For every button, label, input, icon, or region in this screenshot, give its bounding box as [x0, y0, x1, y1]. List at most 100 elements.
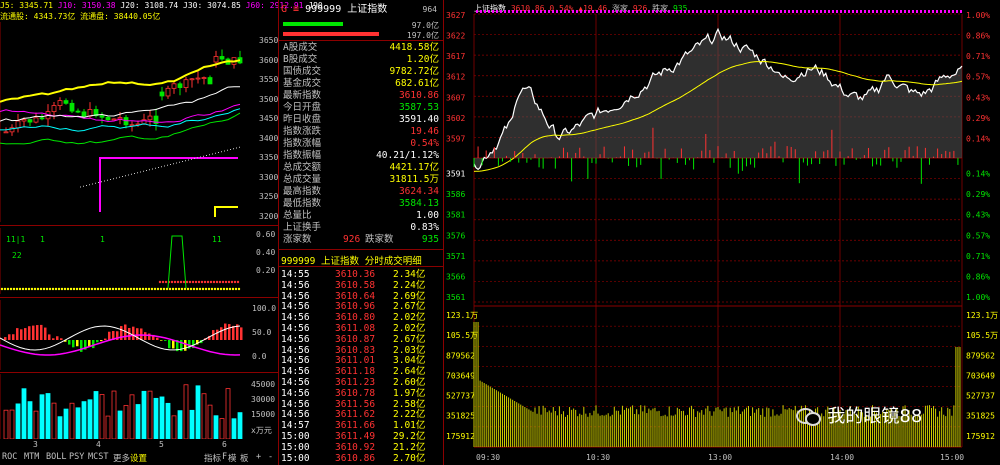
event-marker [900, 10, 902, 13]
signal-dot [221, 280, 225, 284]
event-marker [636, 10, 638, 13]
signal-dot [233, 280, 237, 284]
kline-chart[interactable] [0, 22, 245, 222]
tool-button[interactable]: - [268, 452, 273, 462]
rise-count: 926 [343, 234, 361, 245]
volume-bar [39, 394, 45, 439]
volume-chart[interactable] [0, 374, 245, 439]
macd-bar [56, 336, 59, 340]
signal-dot [177, 287, 181, 291]
tool-button[interactable]: 板 [240, 452, 249, 464]
signal-dot [54, 287, 58, 291]
kdj-pulse [167, 235, 187, 289]
tool-button[interactable]: 模 [228, 452, 237, 464]
kdj-chart[interactable]: 11|1221 111 [0, 228, 245, 294]
macd-bar [36, 325, 39, 340]
indicator-tab[interactable]: 更多 [113, 452, 130, 464]
indicator-tab[interactable]: MCST [88, 452, 108, 462]
signal-dot [191, 280, 195, 284]
intraday-panel[interactable]: 上证指数 3610.86 0.54% ▲19.46 涨家 926 跌家 935 … [444, 0, 1000, 465]
signal-dot [170, 280, 174, 284]
indicator-tab[interactable]: 设置 [130, 452, 147, 464]
signal-dot [42, 287, 46, 291]
ticks-title[interactable]: 999999 上证指数 分时成交明细 [281, 253, 443, 267]
quote-title[interactable]: G ≡ 999999 上证指数 964 [281, 3, 441, 17]
macd-bar [216, 329, 219, 340]
indicator-tab[interactable]: BOLL [46, 452, 66, 462]
macd-bar [164, 340, 167, 341]
candle-body [147, 115, 153, 121]
pct-tick: 0.43% [966, 93, 990, 102]
signal-dot [164, 280, 168, 284]
signal-dot [21, 287, 25, 291]
macd-chart[interactable] [0, 300, 245, 370]
macd-bar [60, 338, 63, 340]
volume-bar [189, 409, 195, 439]
candle-body [33, 117, 39, 123]
event-marker [504, 10, 506, 13]
event-marker [852, 10, 854, 13]
quote-row: 总量比 1.00 [279, 210, 443, 222]
pct-tick: 0.29% [966, 190, 990, 199]
quote-panel: G ≡ 999999 上证指数 964 97.0亿 197.0亿 A股成交 441… [279, 0, 443, 465]
signal-dot [215, 280, 219, 284]
event-marker [544, 10, 546, 13]
indicator-tab[interactable]: PSY [69, 452, 84, 462]
kline-panel[interactable]: J5: 3345.71 J10: 3150.38 J20: 3108.74 J3… [0, 0, 323, 465]
event-marker [812, 10, 814, 13]
tool-button[interactable]: F [222, 452, 227, 462]
trend-line [214, 206, 238, 217]
event-marker [572, 10, 574, 13]
macd-bar [20, 329, 23, 340]
volume-bar [201, 393, 207, 439]
quote-row-label: 昨日收盘 [283, 114, 322, 125]
float-legend: 流通股: 4343.73亿 流通盘: 38440.05亿 [0, 11, 278, 22]
signal-dot [123, 287, 127, 291]
signal-dot [198, 287, 202, 291]
quote-row-value: 3584.13 [398, 198, 439, 209]
event-marker [780, 10, 782, 13]
candle-body [111, 118, 117, 121]
event-marker [744, 10, 746, 13]
signal-dot [24, 287, 28, 291]
signal-dot [156, 287, 160, 291]
signal-dot [185, 280, 189, 284]
signal-dot [225, 287, 229, 291]
event-marker [952, 10, 954, 13]
indicator-tab[interactable]: ROC [2, 452, 17, 462]
signal-dot [228, 287, 232, 291]
signal-dot [165, 287, 169, 291]
event-marker [760, 10, 762, 13]
price-axis-tick: 3450 [259, 114, 279, 123]
quote-row: B股成交 1.20亿 [279, 54, 443, 66]
signal-dot [120, 287, 124, 291]
signal-dot [174, 287, 178, 291]
index-name: 上证指数 [347, 4, 388, 15]
event-marker [868, 10, 870, 13]
event-marker [828, 10, 830, 13]
volume-bar [99, 394, 105, 439]
event-marker [612, 10, 614, 13]
volume-bar [237, 412, 243, 439]
signal-dot [51, 287, 55, 291]
quote-row-label: 上证换手 [283, 222, 322, 233]
macd-bar [16, 328, 19, 340]
intraday-chart[interactable]: 3627 3622 3617 3612 3607 3602 3597 3591 3586 3581… [444, 0, 1000, 465]
candle-body [51, 105, 57, 113]
event-marker [672, 10, 674, 13]
kdj-axis-tick: 0.20 [256, 266, 276, 275]
sell-bar [283, 32, 379, 36]
tick-list[interactable]: 14:55 3610.36 2.34亿 14:56 3610.58 2.24亿 14:56 3… [279, 269, 443, 464]
indicator-tab[interactable]: MTM [24, 452, 39, 462]
price-axis: 3650 3600 3550 3500 3450 3400 3350 3300 3250 3200 [247, 22, 278, 222]
signal-dot [69, 287, 73, 291]
tool-button[interactable]: + [256, 452, 261, 462]
candle-body [99, 115, 105, 118]
quote-row-value: 0.54% [410, 138, 439, 149]
indicator-tabs: ROC MTM BOLL PSY MCST 更多 设置 [0, 452, 200, 465]
event-marker [668, 10, 670, 13]
event-marker [552, 10, 554, 13]
signal-dot [15, 287, 19, 291]
watermark-text: 我的眼镜88 [827, 406, 923, 427]
tool-button[interactable]: 指标 [204, 452, 221, 464]
